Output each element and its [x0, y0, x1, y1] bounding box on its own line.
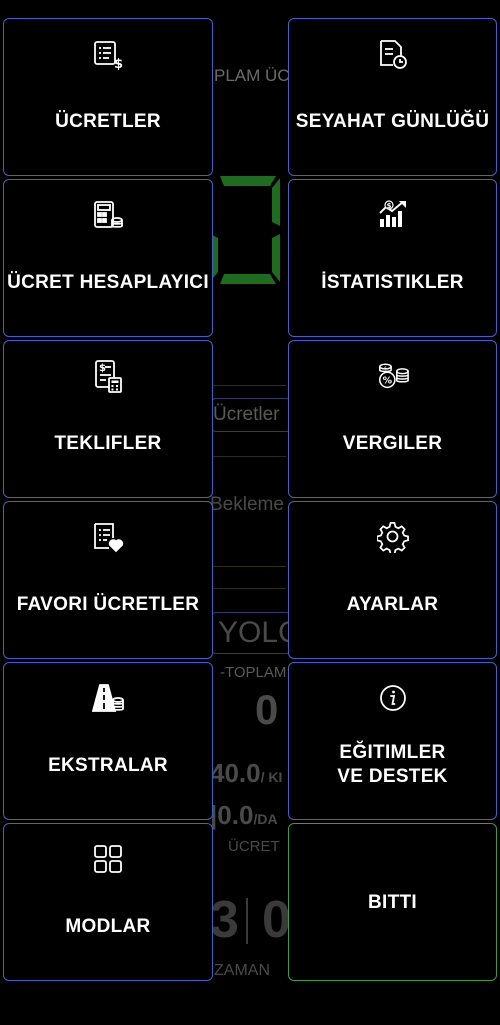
settings-label: AYARLAR — [346, 594, 439, 615]
bg-time-separator — [246, 898, 248, 944]
document-heart-icon — [91, 520, 125, 554]
statistics-tile[interactable]: $ İSTATISTIKLER — [288, 179, 497, 337]
svg-text:$: $ — [114, 57, 123, 70]
svg-text:$: $ — [99, 363, 106, 374]
travel-log-tile[interactable]: SEYAHAT GÜNLÜĞÜ — [288, 18, 497, 176]
grid-icon — [91, 842, 125, 876]
done-label: BITTI — [368, 892, 417, 913]
bg-total-fare-label: PLAM ÜC — [214, 66, 290, 85]
fares-tile[interactable]: $ ÜCRETLER — [3, 18, 213, 176]
bg-seven-segment-digit — [210, 176, 280, 284]
travel-log-label: SEYAHAT GÜNLÜĞÜ — [295, 111, 490, 132]
quotes-label: TEKLIFLER — [54, 433, 162, 454]
svg-text:$: $ — [386, 202, 391, 210]
training-support-line1: EĞITIMLER — [339, 742, 446, 763]
bg-fare-label: ÜCRET — [228, 838, 280, 855]
training-support-line2: VE DESTEK — [337, 766, 448, 787]
fare-calculator-label: ÜCRET HESAPLAYICI — [7, 272, 209, 293]
gear-icon — [376, 520, 410, 554]
bg-total-value: 0 — [255, 686, 279, 733]
calculator-coins-icon — [91, 198, 125, 232]
bg-divider — [212, 456, 286, 457]
modes-label: MODLAR — [65, 916, 151, 937]
bg-total-label: -TOPLAM — [220, 664, 287, 681]
bg-divider — [212, 566, 286, 567]
extras-label: EKSTRALAR — [48, 755, 168, 776]
taxes-label: VERGILER — [342, 433, 443, 454]
svg-text:%: % — [382, 376, 392, 387]
favorite-fares-tile[interactable]: FAVORI ÜCRETLER — [3, 501, 213, 659]
bg-waiting-text: Bekleme — [210, 494, 284, 515]
bg-rate-min: |0.0/DA — [210, 800, 278, 830]
document-clock-icon — [376, 37, 410, 71]
chart-growth-icon: $ — [376, 198, 410, 232]
settings-tile[interactable]: AYARLAR — [288, 501, 497, 659]
favorite-fares-label: FAVORI ÜCRETLER — [16, 594, 200, 615]
bg-fares-text: Ücretler — [213, 404, 280, 425]
receipt-dollar-icon: $ — [91, 37, 125, 71]
coins-percent-icon: % $ — [376, 359, 410, 393]
statistics-label: İSTATISTIKLER — [321, 272, 464, 293]
bg-time-label: ZAMAN — [214, 962, 270, 979]
training-support-tile[interactable]: EĞITIMLER VE DESTEK — [288, 662, 497, 820]
training-support-label: EĞITIMLER VE DESTEK — [289, 741, 496, 789]
bg-divider — [212, 588, 286, 589]
quotes-tile[interactable]: $ TEKLIFLER — [3, 340, 213, 498]
info-icon — [376, 681, 410, 715]
svg-text:$: $ — [384, 365, 387, 371]
bg-time-digit-b: 0 — [262, 891, 291, 949]
invoice-calculator-icon: $ — [91, 359, 125, 393]
road-coins-icon — [91, 681, 125, 715]
extras-tile[interactable]: EKSTRALAR — [3, 662, 213, 820]
bg-rate-km: 40.0/ KI — [210, 758, 283, 788]
bg-divider — [212, 385, 286, 386]
modes-tile[interactable]: MODLAR — [3, 823, 213, 981]
bg-time-digit-a: 3 — [210, 891, 239, 949]
done-button[interactable]: BITTI — [288, 823, 497, 981]
taxes-tile[interactable]: % $ VERGILER — [288, 340, 497, 498]
fare-calculator-tile[interactable]: ÜCRET HESAPLAYICI — [3, 179, 213, 337]
fares-label: ÜCRETLER — [55, 111, 161, 132]
